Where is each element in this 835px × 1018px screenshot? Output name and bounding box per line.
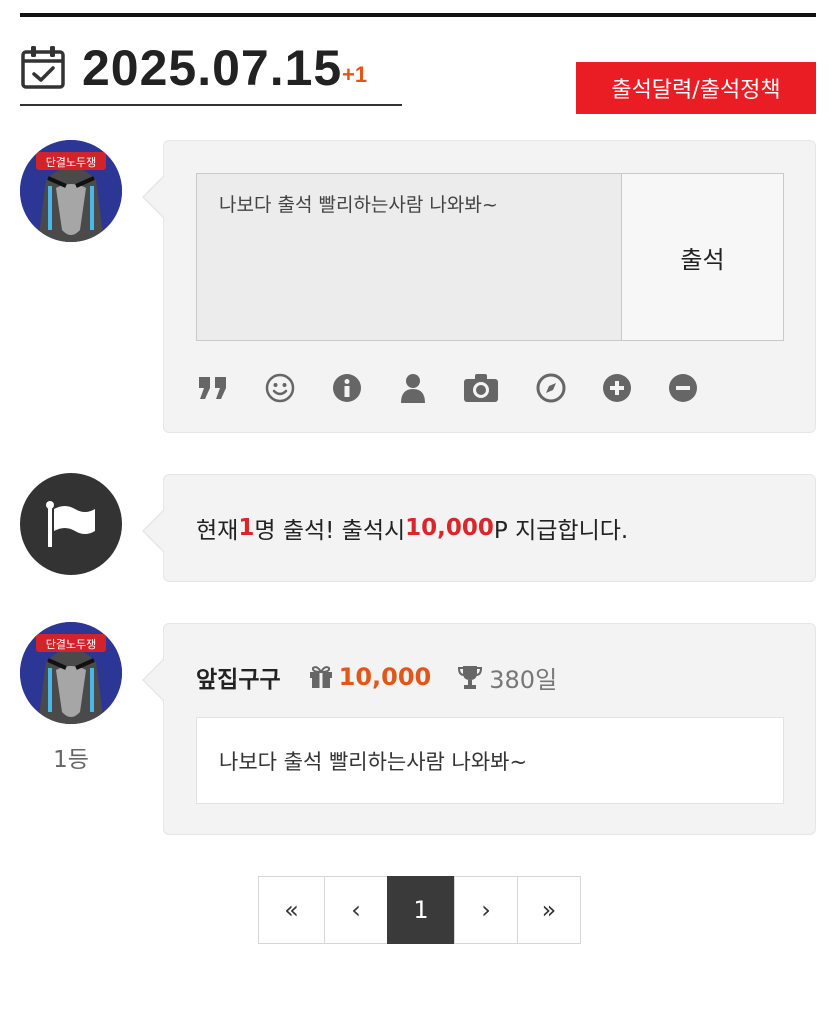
attendance-notice: 현재 1명 출석! 출석시 10,000 P 지급합니다. (196, 475, 628, 581)
info-icon[interactable] (330, 371, 364, 405)
compose-panel: 나보다 출석 빨리하는사람 나와봐~ 출석 (142, 140, 816, 433)
minus-circle-icon[interactable] (666, 371, 700, 405)
last-page-button[interactable]: » (517, 876, 581, 944)
entry-username[interactable]: 앞집구구 (196, 660, 281, 694)
date-increment: +1 (342, 62, 368, 87)
notice-count: 1 (238, 515, 255, 541)
entry-panel: 앞집구구 10,000 380일 나보다 출석 빨리하는사람 나와봐~ (142, 623, 816, 835)
notice-prefix: 현재 (196, 518, 239, 544)
memo-textarea[interactable]: 나보다 출석 빨리하는사람 나와봐~ (196, 173, 622, 341)
notice-suffix: P 지급합니다. (493, 518, 629, 544)
date-header: 2025.07.15 +1 (20, 40, 402, 106)
top-divider (20, 13, 816, 17)
next-page-button[interactable]: › (454, 876, 518, 944)
entry-header: 앞집구구 10,000 380일 (196, 660, 558, 694)
trophy-icon (458, 666, 483, 689)
prev-page-button[interactable]: ‹ (324, 876, 388, 944)
entry-rank: 1등 (53, 747, 89, 773)
calendar-check-icon (21, 46, 65, 89)
avatar-headband-text: 단결노두쟁 (46, 156, 97, 169)
checkin-button[interactable]: 출석 (621, 173, 784, 341)
flag-icon (20, 473, 122, 575)
entry-points: 10,000 (338, 663, 432, 691)
notice-panel: 현재 1명 출석! 출석시 10,000 P 지급합니다. (142, 474, 816, 582)
notice-points: 10,000 (405, 515, 494, 541)
notice-mid: 명 출석! 출석시 (254, 518, 406, 544)
smile-icon[interactable] (263, 371, 297, 405)
page-1-button[interactable]: 1 (387, 876, 455, 944)
entry-days: 380일 (489, 665, 558, 694)
plus-circle-icon[interactable] (600, 371, 634, 405)
first-page-button[interactable]: « (258, 876, 325, 944)
entry-avatar: 단결노두쟁 (20, 622, 122, 724)
user-icon[interactable] (396, 371, 430, 405)
compass-icon[interactable] (534, 371, 568, 405)
pagination: « ‹ 1 › » (258, 876, 581, 944)
attendance-date: 2025.07.15 (82, 40, 343, 96)
entry-avatar-headband-text: 단결노두쟁 (46, 638, 97, 651)
user-avatar: 단결노두쟁 (20, 140, 122, 242)
attendance-policy-button[interactable]: 출석달력/출석정책 (576, 62, 816, 114)
gift-icon (309, 666, 332, 688)
camera-icon[interactable] (462, 371, 500, 405)
quote-icon[interactable] (196, 371, 230, 405)
entry-message: 나보다 출석 빨리하는사람 나와봐~ (196, 717, 784, 804)
